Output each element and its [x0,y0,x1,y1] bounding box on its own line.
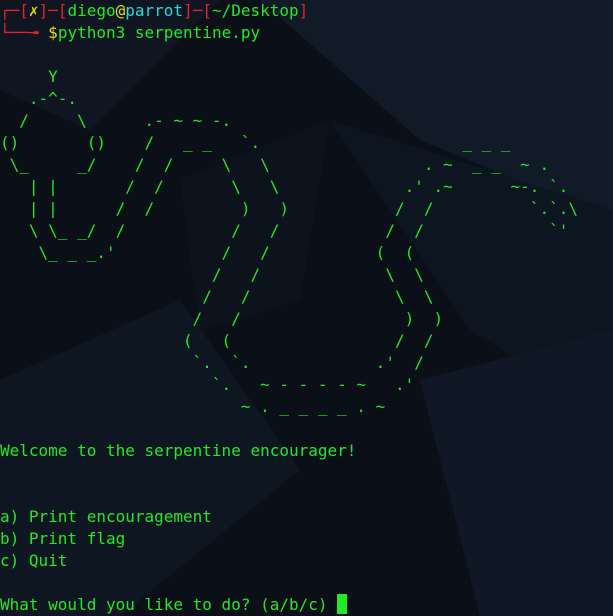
prompt-open-bracket: ┌─[ [0,1,29,20]
menu-option-b: b) Print flag [0,529,126,548]
prompt-line-2: └──╼ $python3 serpentine.py [0,22,260,44]
prompt-mid-bracket: ]─[ [38,1,68,20]
serpent-ascii-art: Y .-^-. / \ .- ~ ~ -. () () / _ _ `. _ _… [0,67,578,416]
terminal-cursor[interactable] [337,594,348,614]
prompt-second-prefix: └──╼ [0,23,49,42]
prompt-close-bracket: ] [298,1,309,20]
command-text: python3 serpentine.py [57,23,261,42]
prompt-line-1: ┌─[✗]─[diego@parrot]─[~/Desktop] [0,0,308,22]
prompt-path: ~/Desktop [211,1,299,20]
menu-option-c: c) Quit [0,551,68,570]
menu-option-a: a) Print encouragement [0,507,212,526]
prompt-path-open: ]─[ [183,1,212,20]
input-question: What would you like to do? (a/b/c) [0,595,338,614]
welcome-message: Welcome to the serpentine encourager! [0,441,357,460]
prompt-at: @ [115,1,126,20]
input-prompt-line[interactable]: What would you like to do? (a/b/c) [0,594,348,616]
prompt-user: diego [67,1,116,20]
terminal-window[interactable]: ┌─[✗]─[diego@parrot]─[~/Desktop] └──╼ $p… [0,0,613,616]
prompt-status-mark: ✗ [28,1,39,20]
prompt-host: parrot [125,1,184,20]
prompt-dollar: $ [48,23,58,42]
